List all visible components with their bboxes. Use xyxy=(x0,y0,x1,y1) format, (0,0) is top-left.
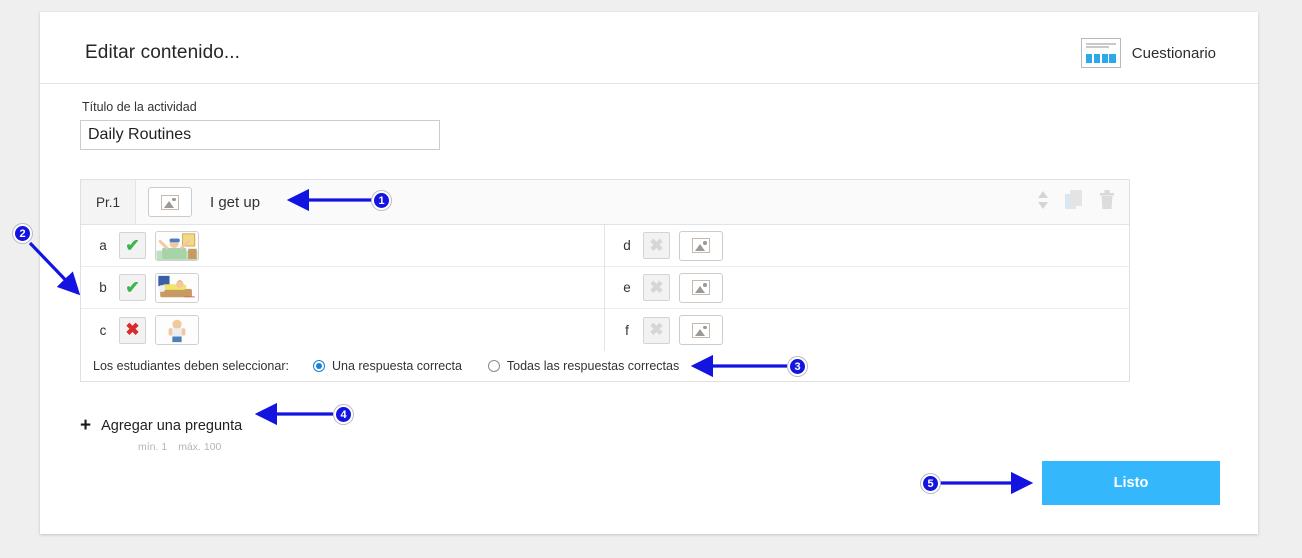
radio-all-correct-label: Todas las respuestas correctas xyxy=(506,359,680,373)
question-tools xyxy=(1037,180,1129,224)
answer-correct-toggle[interactable]: ✔ xyxy=(119,274,146,301)
question-number: Pr.1 xyxy=(81,180,136,224)
answer-row: f ✖ xyxy=(605,309,1129,351)
answer-row: d ✖ xyxy=(605,225,1129,267)
answer-correct-toggle[interactable]: ✖ xyxy=(643,316,670,344)
image-placeholder-icon xyxy=(692,280,710,295)
question-text[interactable]: I get up xyxy=(192,180,1037,224)
answer-correct-toggle[interactable]: ✖ xyxy=(643,274,670,301)
image-placeholder-icon xyxy=(692,238,710,253)
answer-correct-toggle[interactable]: ✖ xyxy=(119,316,146,344)
question-header-row: Pr.1 I get up xyxy=(81,180,1129,225)
radio-all-correct-input[interactable] xyxy=(487,360,500,372)
question-min: mín. 1 xyxy=(138,441,168,453)
answer-letter: d xyxy=(623,238,631,253)
sort-arrows-icon[interactable] xyxy=(1037,190,1049,215)
answer-letter: a xyxy=(99,238,107,253)
done-button[interactable]: Listo xyxy=(1042,461,1220,505)
answer-image-button[interactable] xyxy=(679,272,723,303)
page-title: Editar contenido... xyxy=(85,42,241,63)
activity-title-label: Título de la actividad xyxy=(82,100,197,114)
question-limits: mín. 1 máx. 100 xyxy=(138,441,221,453)
question-max: máx. 100 xyxy=(178,441,222,453)
answer-letter: b xyxy=(99,280,107,295)
answer-correct-toggle[interactable]: ✔ xyxy=(119,232,146,259)
edit-content-card: Editar contenido... Cuestionario Título … xyxy=(40,12,1258,534)
answer-letter: f xyxy=(625,322,629,338)
radio-single-correct-input[interactable] xyxy=(312,360,325,372)
answers-column-left: a ✔ b ✔ c ✖ xyxy=(81,225,605,351)
activity-type-indicator: Cuestionario xyxy=(1080,38,1216,68)
answer-row: e ✖ xyxy=(605,267,1129,309)
card-header: Editar contenido... Cuestionario xyxy=(40,12,1258,84)
answer-correct-toggle[interactable]: ✖ xyxy=(643,232,670,259)
quiz-icon-lines xyxy=(1085,43,1116,52)
answer-letter: e xyxy=(623,280,631,295)
answers-column-right: d ✖ e ✖ f ✖ xyxy=(605,225,1129,351)
question-image-button[interactable] xyxy=(148,187,192,217)
answer-row: c ✖ xyxy=(81,309,604,351)
trash-icon[interactable] xyxy=(1099,189,1115,215)
answer-thumbnail[interactable] xyxy=(155,230,199,261)
radio-single-correct[interactable]: Una respuesta correcta xyxy=(312,359,462,373)
answer-image-button[interactable] xyxy=(679,315,723,345)
selection-mode-row: Los estudiantes deben seleccionar: Una r… xyxy=(81,351,1129,381)
activity-type-label: Cuestionario xyxy=(1131,44,1216,62)
activity-title-input[interactable] xyxy=(80,120,440,150)
quiz-icon xyxy=(1080,38,1121,68)
answer-image-button[interactable] xyxy=(679,230,723,261)
add-question-label: Agregar una pregunta xyxy=(101,417,243,434)
answer-thumbnail[interactable] xyxy=(155,315,199,345)
answers-grid: a ✔ b ✔ c ✖ d ✖ e ✖ f ✖ xyxy=(81,225,1129,351)
radio-single-correct-label: Una respuesta correcta xyxy=(331,359,462,373)
answer-letter: c xyxy=(99,322,107,338)
answer-thumbnail[interactable] xyxy=(155,272,199,303)
copy-icon[interactable] xyxy=(1065,189,1083,215)
image-placeholder-icon xyxy=(161,194,179,210)
question-block: Pr.1 I get up a ✔ b ✔ c ✖ d ✖ e ✖ f ✖ Lo… xyxy=(80,179,1130,382)
answer-row: a ✔ xyxy=(81,225,604,267)
image-placeholder-icon xyxy=(692,322,710,338)
quiz-icon-squares xyxy=(1085,54,1116,63)
radio-all-correct[interactable]: Todas las respuestas correctas xyxy=(487,359,680,373)
add-question-button[interactable]: + Agregar una pregunta xyxy=(80,416,242,435)
annotation-badge-2: 2 xyxy=(13,224,32,243)
answer-row: b ✔ xyxy=(81,267,604,309)
selection-mode-label: Los estudiantes deben seleccionar: xyxy=(93,359,289,373)
plus-icon: + xyxy=(80,415,92,436)
